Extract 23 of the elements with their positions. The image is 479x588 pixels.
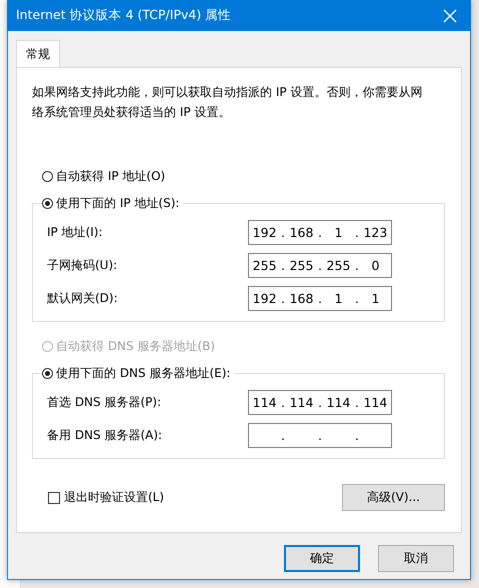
radio-circle-icon[interactable] bbox=[42, 171, 53, 182]
radio-button[interactable]: 使用下面的 DNS 服务器地址(E): bbox=[42, 365, 234, 382]
radio-button[interactable]: 使用下面的 IP 地址(S): bbox=[42, 195, 184, 212]
window-title: Internet 协议版本 4 (TCP/IPv4) 属性 bbox=[16, 7, 232, 24]
close-icon[interactable] bbox=[443, 8, 457, 22]
field-label: IP 地址(I): bbox=[47, 224, 103, 241]
ok-button[interactable]: 确定 bbox=[284, 545, 360, 572]
checkbox[interactable]: 退出时验证设置(L) bbox=[48, 489, 164, 506]
field-label: 子网掩码(U): bbox=[47, 257, 118, 274]
radio-circle-icon[interactable] bbox=[42, 368, 53, 379]
description-text: 如果网络支持此功能，则可以获取自动指派的 IP 设置。否则，你需要从网络系统管理员处获得适当的 IP 设置。 bbox=[32, 84, 424, 121]
ip-address-field[interactable]: 192 . 168 . 1 . 1 bbox=[248, 286, 392, 311]
radio-circle-icon[interactable] bbox=[42, 198, 53, 209]
ip-address-field[interactable]: 192 . 168 . 1 . 123 bbox=[248, 220, 392, 245]
field-label: 默认网关(D): bbox=[47, 290, 118, 307]
field-label: 首选 DNS 服务器(P): bbox=[47, 394, 162, 411]
field-label: 备用 DNS 服务器(A): bbox=[47, 427, 162, 444]
ip-address-field[interactable]: 114 . 114 . 114 . 114 bbox=[248, 390, 392, 415]
ip-address-field[interactable]: 255 . 255 . 255 . 0 bbox=[248, 253, 392, 278]
cancel-button[interactable]: 取消 bbox=[378, 545, 454, 572]
advanced-button[interactable]: 高级(V)... bbox=[342, 484, 445, 511]
ip-address-field[interactable]: . . . bbox=[248, 423, 392, 448]
tab[interactable]: 常规 bbox=[16, 40, 60, 67]
